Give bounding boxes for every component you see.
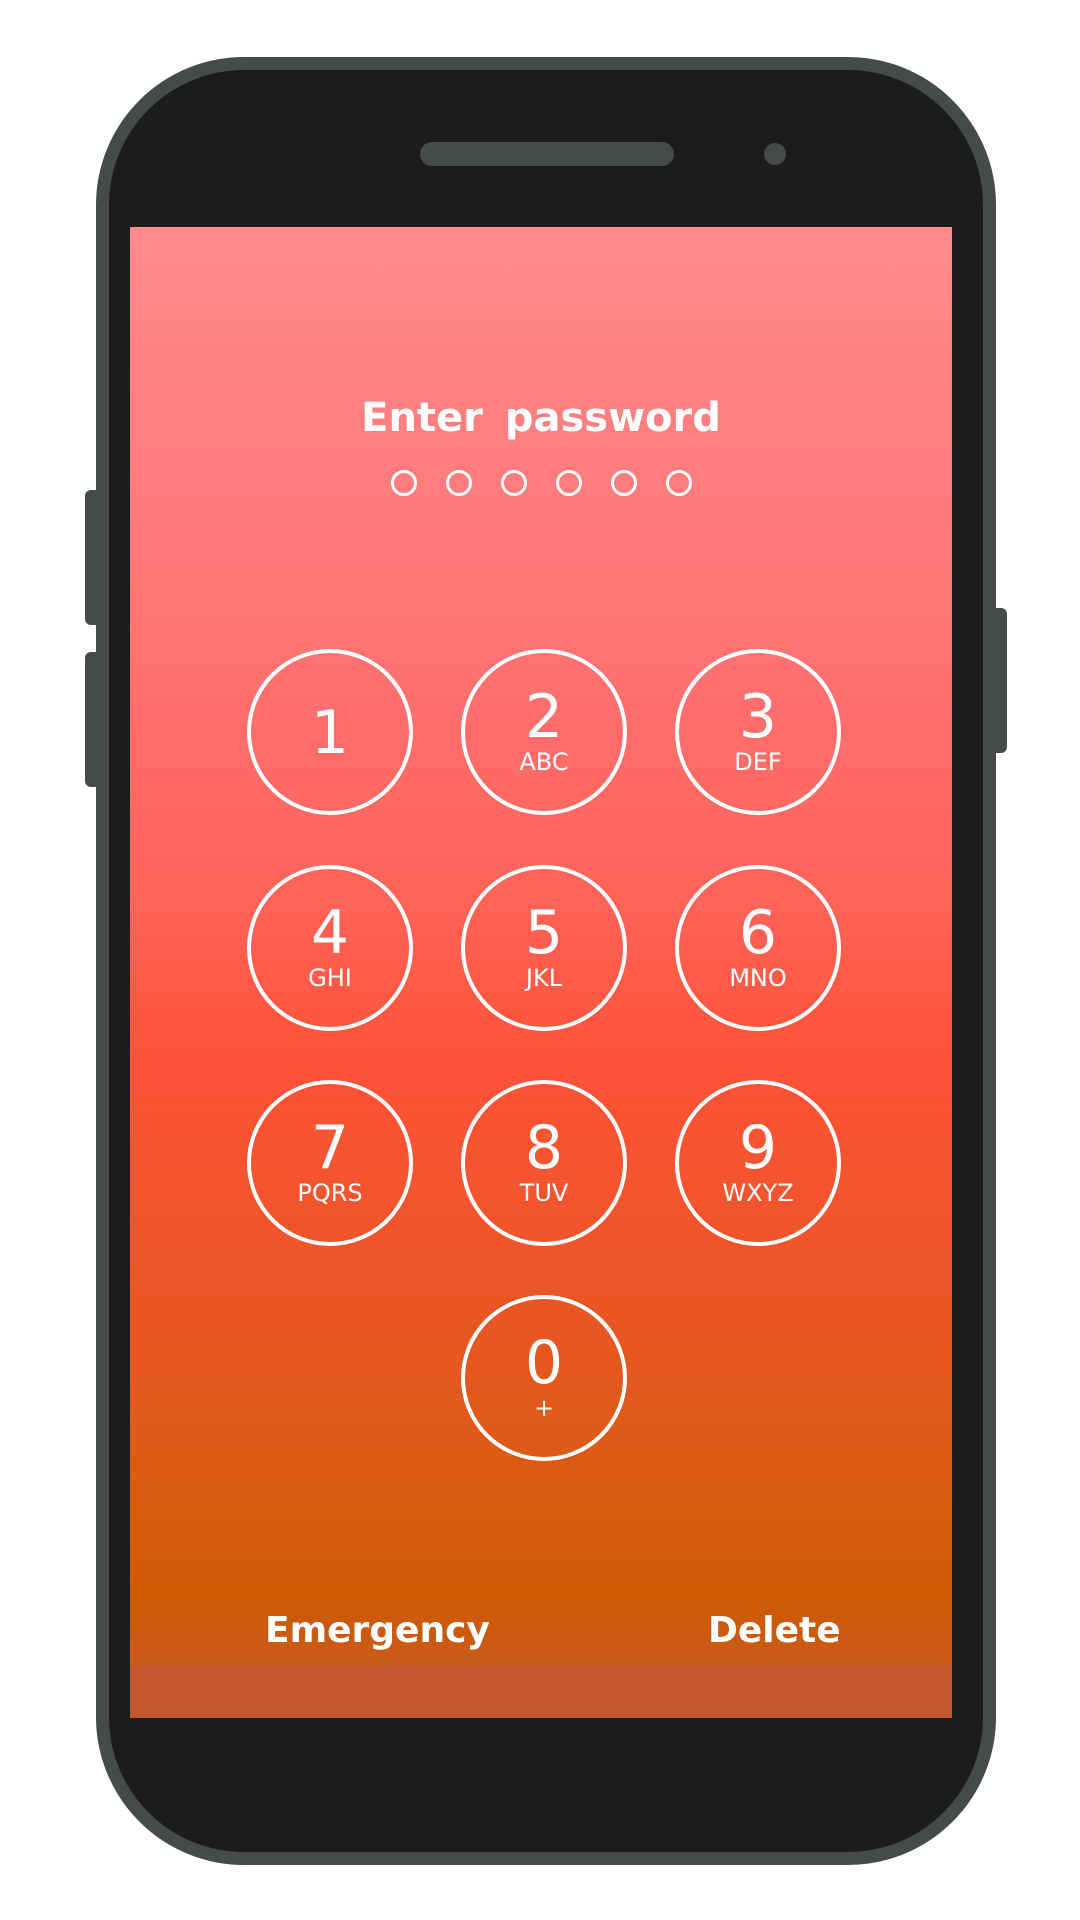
delete-button[interactable]: Delete xyxy=(708,1610,841,1651)
key-digit: 6 xyxy=(738,898,778,968)
key-letters: PQRS xyxy=(297,1179,363,1207)
key-8[interactable]: 8 TUV xyxy=(461,1080,627,1246)
key-letters: JKL xyxy=(525,964,563,992)
key-digit: 2 xyxy=(524,682,564,752)
key-letters: WXYZ xyxy=(722,1179,794,1207)
key-letters: GHI xyxy=(308,964,352,992)
lock-screen: Enter password 1 2 ABC 3 DEF 4 GHI 5 JKL… xyxy=(130,227,952,1718)
key-letters: TUV xyxy=(519,1179,569,1207)
key-letters: + xyxy=(533,1394,555,1422)
passcode-dot xyxy=(555,470,582,496)
front-camera-icon xyxy=(764,143,786,165)
key-7[interactable]: 7 PQRS xyxy=(247,1080,413,1246)
key-letters: ABC xyxy=(519,748,569,776)
key-digit: 9 xyxy=(738,1113,778,1183)
key-4[interactable]: 4 GHI xyxy=(247,865,413,1031)
emergency-button[interactable]: Emergency xyxy=(265,1610,490,1651)
key-letters: DEF xyxy=(734,748,782,776)
key-5[interactable]: 5 JKL xyxy=(461,865,627,1031)
passcode-dot xyxy=(500,470,527,496)
earpiece-speaker xyxy=(420,142,674,166)
key-digit: 1 xyxy=(310,698,350,768)
key-6[interactable]: 6 MNO xyxy=(675,865,841,1031)
passcode-dot xyxy=(390,470,417,496)
key-1[interactable]: 1 xyxy=(247,649,413,815)
bottom-strip xyxy=(130,1666,952,1718)
key-digit: 3 xyxy=(738,682,778,752)
passcode-dot xyxy=(445,470,472,496)
passcode-dot xyxy=(610,470,637,496)
stage: Enter password 1 2 ABC 3 DEF 4 GHI 5 JKL… xyxy=(0,0,1080,1920)
key-digit: 5 xyxy=(524,898,564,968)
page-title: Enter password xyxy=(361,395,721,441)
key-3[interactable]: 3 DEF xyxy=(675,649,841,815)
key-digit: 0 xyxy=(524,1328,564,1398)
key-digit: 4 xyxy=(310,898,350,968)
passcode-indicator xyxy=(130,470,952,496)
key-9[interactable]: 9 WXYZ xyxy=(675,1080,841,1246)
key-2[interactable]: 2 ABC xyxy=(461,649,627,815)
key-digit: 8 xyxy=(524,1113,564,1183)
passcode-dot xyxy=(665,470,692,496)
key-letters: MNO xyxy=(729,964,787,992)
key-digit: 7 xyxy=(310,1113,350,1183)
key-0[interactable]: 0 + xyxy=(461,1295,627,1461)
